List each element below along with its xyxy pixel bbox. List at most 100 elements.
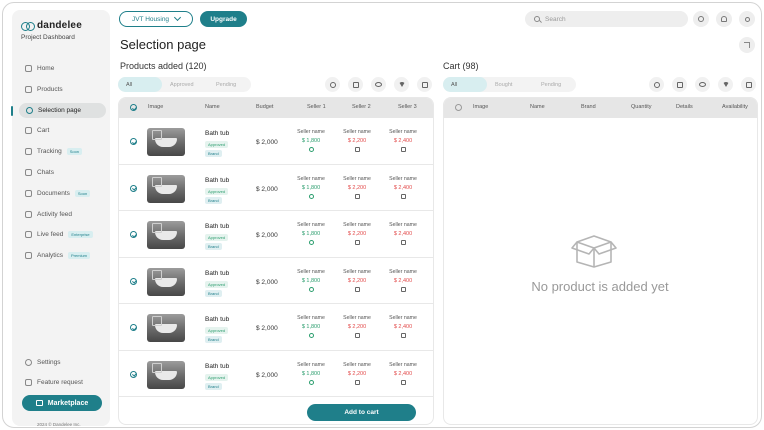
filter-all[interactable]: All [443, 77, 487, 92]
seller-select-radio[interactable] [308, 333, 314, 338]
search-input[interactable]: Search [525, 11, 688, 27]
add-to-cart-button[interactable]: Add to cart [307, 404, 416, 421]
table-row[interactable]: Bath tub Approved Brand $ 2,000 Seller name $… [119, 351, 433, 397]
seller-cell[interactable]: Seller name $ 2,400 [385, 315, 421, 338]
seller-select-radio[interactable] [400, 193, 406, 199]
bell-icon [721, 16, 727, 22]
cart-expand-button[interactable] [672, 77, 687, 92]
search-icon [329, 81, 336, 88]
expand-button[interactable] [739, 37, 755, 53]
marketplace-button[interactable]: Marketplace [22, 395, 102, 411]
seller-cell[interactable]: Seller name $ 1,800 [293, 315, 329, 338]
seller-select-radio[interactable] [308, 379, 314, 385]
seller-select-radio[interactable] [354, 379, 360, 385]
row-checkbox[interactable] [130, 138, 137, 145]
seller-select-radio[interactable] [354, 286, 360, 292]
seller-cell[interactable]: Seller name $ 2,400 [385, 222, 421, 245]
sidebar-item-settings[interactable]: Settings [12, 355, 110, 370]
seller-cell[interactable]: Seller name $ 2,200 [339, 222, 375, 245]
brand-badge: Brand [205, 196, 222, 204]
filter-pending[interactable]: Pending [208, 77, 251, 92]
col-details: Details [676, 104, 693, 110]
cart-search-button[interactable] [649, 77, 664, 92]
filter-bought[interactable]: Bought [487, 77, 533, 92]
store-icon [35, 400, 43, 406]
sidebar-item-live-feed[interactable]: Live feed Enterprise [12, 227, 110, 242]
seller-cell[interactable]: Seller name $ 1,800 [293, 269, 329, 292]
view-button[interactable] [371, 77, 386, 92]
seller-select-radio[interactable] [400, 333, 406, 338]
export-button[interactable] [417, 77, 432, 92]
seller-select-radio[interactable] [354, 333, 360, 338]
filter-all[interactable]: All [118, 77, 162, 92]
notifications-button[interactable] [716, 11, 732, 27]
nav-tag: Soon [66, 148, 83, 156]
seller-cell[interactable]: Seller name $ 2,200 [339, 176, 375, 199]
seller-select-radio[interactable] [354, 147, 360, 152]
seller-cell[interactable]: Seller name $ 1,800 [293, 222, 329, 245]
row-checkbox[interactable] [130, 324, 137, 331]
seller-cell[interactable]: Seller name $ 2,400 [385, 176, 421, 199]
seller-select-radio[interactable] [354, 240, 360, 245]
project-select[interactable]: JVT Housing [119, 11, 193, 27]
sidebar-item-products[interactable]: Products [12, 82, 110, 97]
sidebar-item-tracking[interactable]: Tracking Soon [12, 144, 110, 159]
seller-cell[interactable]: Seller name $ 2,200 [339, 269, 375, 292]
cart-select-all-checkbox[interactable] [455, 104, 462, 111]
seller-cell[interactable]: Seller name $ 2,200 [339, 129, 375, 152]
seller-cell[interactable]: Seller name $ 2,400 [385, 129, 421, 152]
sidebar-item-activity-feed[interactable]: Activity feed [12, 207, 110, 222]
col-image: Image [148, 104, 164, 110]
seller-cell[interactable]: Seller name $ 2,400 [385, 362, 421, 385]
product-image [147, 128, 185, 156]
sidebar-item-selection-page[interactable]: Selection page [11, 102, 106, 118]
cart-export-button[interactable] [741, 77, 756, 92]
sidebar-item-home[interactable]: Home [12, 61, 110, 76]
seller-select-radio[interactable] [400, 379, 406, 385]
sidebar-item-feature-request[interactable]: Feature request [12, 375, 110, 390]
sidebar-item-chats[interactable]: Chats [12, 165, 110, 180]
filter-pending[interactable]: Pending [533, 77, 576, 92]
seller-select-radio[interactable] [400, 240, 406, 245]
sidebar-item-analytics[interactable]: Analytics Premium [12, 248, 110, 263]
seller-select-radio[interactable] [308, 240, 314, 245]
logo[interactable]: dandelee [21, 20, 82, 31]
seller-select-radio[interactable] [308, 147, 314, 152]
product-name: Bath tub [205, 269, 230, 277]
filter-icon [398, 82, 405, 87]
seller-select-radio[interactable] [400, 286, 406, 292]
brand-badge: Brand [205, 382, 222, 390]
search-button[interactable] [325, 77, 340, 92]
select-all-checkbox[interactable] [130, 104, 137, 111]
cart-filter-button[interactable] [718, 77, 733, 92]
sidebar-item-documents[interactable]: Documents Soon [12, 186, 110, 201]
table-row[interactable]: Bath tub Approved Brand $ 2,000 Seller name $… [119, 211, 433, 258]
seller-select-radio[interactable] [354, 193, 360, 199]
profile-button[interactable] [739, 11, 755, 27]
filter-approved[interactable]: Approved [162, 77, 208, 92]
seller-cell[interactable]: Seller name $ 1,800 [293, 176, 329, 199]
table-row[interactable]: Bath tub Approved Brand $ 2,000 Seller name $… [119, 304, 433, 351]
cart-view-button[interactable] [695, 77, 710, 92]
seller-cell[interactable]: Seller name $ 2,400 [385, 269, 421, 292]
expand-button[interactable] [348, 77, 363, 92]
table-header: Image Name Budget Seller 1 Seller 2 Sell… [119, 98, 433, 118]
seller-select-radio[interactable] [400, 147, 406, 152]
filter-button[interactable] [394, 77, 409, 92]
table-row[interactable]: Bath tub Approved Brand $ 2,000 Seller name $… [119, 165, 433, 211]
seller-cell[interactable]: Seller name $ 1,800 [293, 362, 329, 385]
sidebar-item-cart[interactable]: Cart [12, 123, 110, 138]
row-checkbox[interactable] [130, 184, 137, 192]
table-row[interactable]: Bath tub Approved Brand $ 2,000 Seller name $… [119, 258, 433, 304]
upgrade-button[interactable]: Upgrade [200, 11, 247, 27]
seller-cell[interactable]: Seller name $ 2,200 [339, 315, 375, 338]
seller-select-radio[interactable] [308, 193, 314, 199]
settings-button[interactable] [693, 11, 709, 27]
table-row[interactable]: Bath tub Approved Brand $ 2,000 Seller name $… [119, 118, 433, 165]
row-checkbox[interactable] [130, 370, 137, 378]
seller-cell[interactable]: Seller name $ 1,800 [293, 129, 329, 152]
row-checkbox[interactable] [130, 277, 137, 285]
row-checkbox[interactable] [130, 231, 137, 238]
seller-select-radio[interactable] [308, 286, 314, 292]
seller-cell[interactable]: Seller name $ 2,200 [339, 362, 375, 385]
